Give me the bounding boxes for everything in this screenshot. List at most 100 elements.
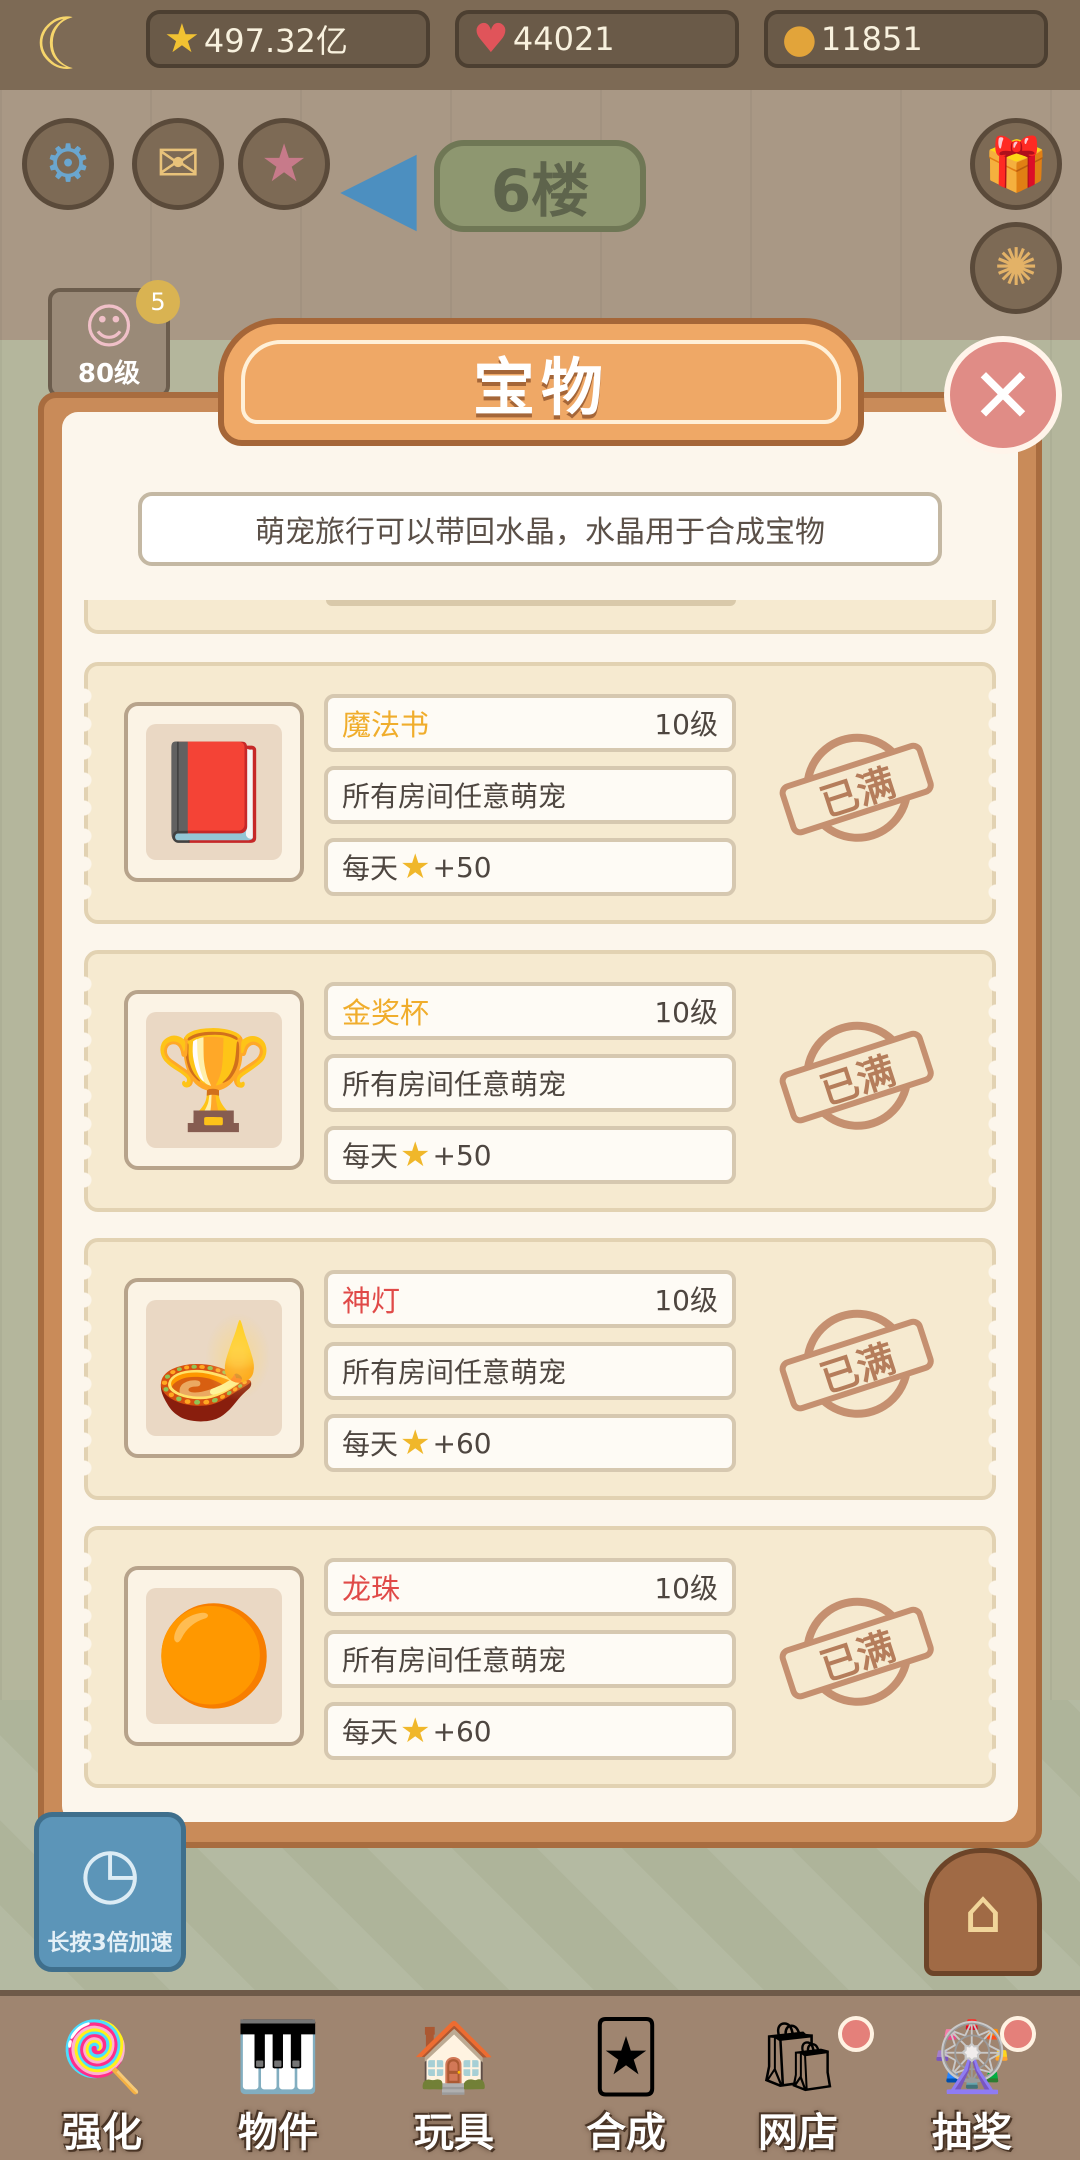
magic-lamp-icon: 🪔	[146, 1300, 282, 1436]
item-level: 10级	[654, 1284, 718, 1317]
modal-title: 宝物	[241, 340, 841, 424]
shop-icon: 🛍	[754, 2018, 842, 2097]
list-item-partial	[84, 600, 996, 634]
heart-icon: ♥	[473, 16, 509, 62]
item-name: 龙珠	[342, 1572, 401, 1606]
nav-label: 强化	[62, 2110, 142, 2156]
rate-value: +60	[432, 1426, 492, 1460]
rate-value: +60	[432, 1714, 492, 1748]
item-image: 🏆	[124, 990, 304, 1170]
item-level: 10级	[654, 996, 718, 1029]
book-icon: ★	[260, 134, 308, 194]
item-level: 10级	[654, 1572, 718, 1605]
nav-item-upgrade[interactable]: 🍭 强化	[28, 2016, 176, 2156]
maxed-stamp: 已满	[767, 998, 947, 1158]
nav-label: 网店	[758, 2110, 838, 2156]
nav-label: 抽奖	[932, 2110, 1012, 2156]
rate-prefix: 每天	[342, 1716, 399, 1749]
rate-prefix: 每天	[342, 1140, 399, 1173]
item-name: 神灯	[342, 1284, 401, 1318]
lollipop-icon: 🍭	[59, 2018, 145, 2097]
treasure-item: 🟠 龙珠 10级 所有房间任意萌宠 每天 ★ +60 已满	[84, 1526, 996, 1788]
moon-icon[interactable]: ☾	[26, 2, 106, 86]
modal-title-plate: 宝物	[218, 318, 864, 446]
star-icon: ★	[164, 16, 200, 62]
modal-hint: 萌宠旅行可以带回水晶，水晶用于合成宝物	[138, 492, 942, 566]
item-desc-field: 所有房间任意萌宠	[324, 1054, 736, 1112]
magic-book-icon: 📕	[146, 724, 282, 860]
item-name: 魔法书	[342, 708, 430, 742]
item-name-field: 神灯 10级	[324, 1270, 736, 1328]
avatar[interactable]: ☺ 80级 5	[48, 280, 180, 398]
nav-label: 玩具	[414, 2110, 494, 2156]
treasure-item: 🏆 金奖杯 10级 所有房间任意萌宠 每天 ★ +50 已满	[84, 950, 996, 1212]
star-icon: ★	[400, 1423, 431, 1463]
treasure-list[interactable]: 📕 魔法书 10级 所有房间任意萌宠 每天 ★ +50 已满 🏆 金奖杯 10级…	[84, 600, 996, 1796]
item-rate-field: 每天 ★ +50	[324, 1126, 736, 1184]
nav-item-compose[interactable]: 🃏 合成	[552, 2016, 700, 2156]
close-button[interactable]: ✕	[944, 336, 1062, 454]
nav-item-toys[interactable]: 🏠 玩具	[380, 2016, 528, 2156]
rate-prefix: 每天	[342, 1428, 399, 1461]
maxed-stamp: 已满	[767, 1574, 947, 1734]
envelope-icon: ✉	[156, 134, 200, 194]
clock-icon: ◷	[79, 1831, 141, 1913]
rate-value: +50	[432, 850, 492, 884]
hearts-value: 44021	[512, 20, 615, 58]
gear-icon: ⚙	[44, 134, 92, 194]
lottery-notification-dot	[1000, 2016, 1036, 2052]
item-name: 金奖杯	[342, 996, 430, 1030]
gift-button[interactable]: 🎁	[970, 118, 1062, 210]
coins-counter: ● 11851	[764, 10, 1048, 68]
treasure-item: 🪔 神灯 10级 所有房间任意萌宠 每天 ★ +60 已满	[84, 1238, 996, 1500]
cards-icon: 🃏	[591, 2018, 661, 2097]
star-icon: ★	[400, 1711, 431, 1751]
exit-door-button[interactable]: ⌂	[924, 1848, 1042, 1976]
coin-icon: ●	[782, 16, 817, 62]
item-rate-field: 每天 ★ +50	[324, 838, 736, 896]
item-name-field: 金奖杯 10级	[324, 982, 736, 1040]
stars-value: 497.32亿	[203, 22, 348, 60]
back-arrow-button[interactable]: ◀	[340, 130, 430, 240]
close-icon: ✕	[971, 350, 1035, 440]
hearts-counter: ♥ 44021	[455, 10, 739, 68]
gold-trophy-icon: 🏆	[146, 1012, 282, 1148]
item-name-field: 魔法书 10级	[324, 694, 736, 752]
speed-up-button[interactable]: ◷ 长按3倍加速	[34, 1812, 186, 1972]
item-desc-field: 所有房间任意萌宠	[324, 1630, 736, 1688]
item-image: 🟠	[124, 1566, 304, 1746]
item-desc-field: 所有房间任意萌宠	[324, 766, 736, 824]
fan-button[interactable]: ✺	[970, 222, 1062, 314]
stars-counter: ★ 497.32亿	[146, 10, 430, 68]
item-image: 🪔	[124, 1278, 304, 1458]
star-icon: ★	[400, 847, 431, 887]
item-rate-field: 每天 ★ +60	[324, 1414, 736, 1472]
treasure-item: 📕 魔法书 10级 所有房间任意萌宠 每天 ★ +50 已满	[84, 662, 996, 924]
shop-notification-dot	[838, 2016, 874, 2052]
rate-value: +50	[432, 1138, 492, 1172]
door-icon: ⌂	[963, 1877, 1003, 1947]
coins-value: 11851	[820, 20, 923, 58]
item-rate-field: 每天 ★ +60	[324, 1702, 736, 1760]
item-desc-field: 所有房间任意萌宠	[324, 1342, 736, 1400]
dragon-ball-icon: 🟠	[146, 1588, 282, 1724]
piano-icon: 🎹	[235, 2018, 321, 2097]
fan-icon: ✺	[994, 238, 1038, 298]
avatar-badge: 5	[136, 280, 180, 324]
nav-label: 物件	[238, 2110, 318, 2156]
item-level: 10级	[654, 708, 718, 741]
nav-item-objects[interactable]: 🎹 物件	[204, 2016, 352, 2156]
maxed-stamp: 已满	[767, 710, 947, 870]
album-button[interactable]: ★	[238, 118, 330, 210]
settings-button[interactable]: ⚙	[22, 118, 114, 210]
nav-label: 合成	[586, 2110, 666, 2156]
mail-button[interactable]: ✉	[132, 118, 224, 210]
gift-icon: 🎁	[983, 134, 1049, 195]
toy-house-icon: 🏠	[411, 2018, 497, 2097]
avatar-level: 80级	[77, 359, 141, 389]
floor-sign: 6楼	[434, 140, 646, 232]
item-name-field: 龙珠 10级	[324, 1558, 736, 1616]
speed-up-label: 长按3倍加速	[47, 1931, 173, 1956]
star-icon: ★	[400, 1135, 431, 1175]
maxed-stamp: 已满	[767, 1286, 947, 1446]
